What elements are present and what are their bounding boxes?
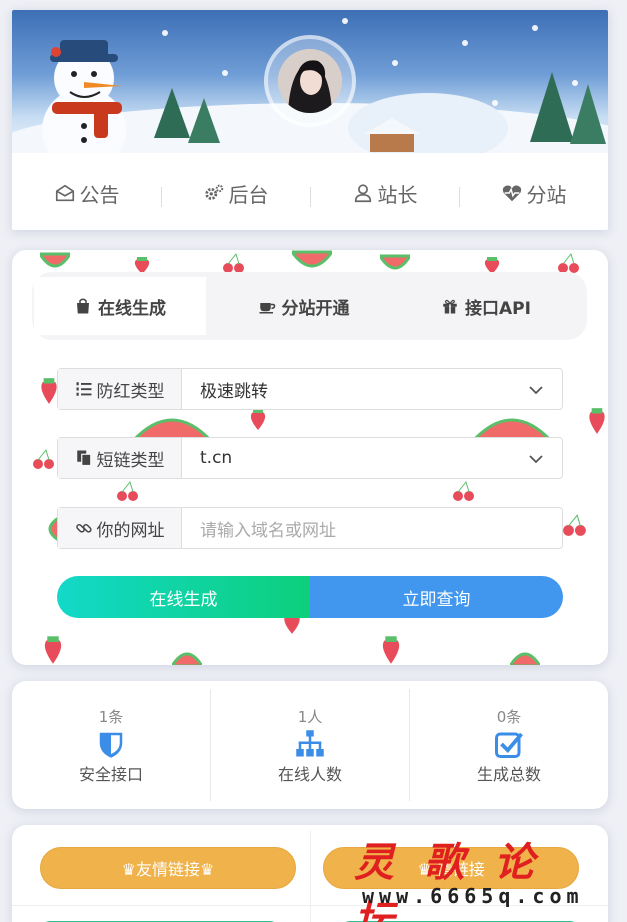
stat-safe-api: 1条 安全接口 [12,689,210,801]
tab-label: 分站开通 [281,298,350,319]
check-square-icon [495,732,523,758]
tab-bar: 在线生成 分站开通 接口API [32,272,587,340]
antired-type-label: 防红类型 [58,369,182,409]
friend-links-button-2[interactable]: ♛ 情链接 [323,847,579,889]
stat-label: 安全接口 [78,764,143,784]
pine-trees [154,88,220,143]
stat-value: 1人 [297,707,323,726]
stat-value: 1条 [98,707,124,726]
cherry-decoration [563,514,586,536]
watermelon-decoration [510,652,540,665]
avatar[interactable] [278,49,342,113]
url-label-text: 你的网址 [96,520,165,541]
cherry-decoration [117,480,138,501]
nav-item-label: 分站 [526,182,567,207]
shortlink-type-label: 短链类型 [58,438,182,478]
tab-api[interactable]: 接口API [401,277,571,335]
friend-links-button[interactable]: ♛友情链接♛ [40,847,296,889]
url-input[interactable]: 请输入域名或网址 [182,508,562,548]
url-row: 你的网址 请输入域名或网址 [57,507,563,549]
nav-item-webmaster[interactable]: 站长 [310,179,459,208]
tab-label: 接口API [465,298,531,319]
shopping-bag-icon [77,298,89,314]
nav-item-admin[interactable]: 后台 [161,179,310,208]
shortlink-type-value: t.cn [200,448,233,468]
strawberry-decoration [250,409,266,430]
coffee-icon [259,303,275,314]
strawberry-decoration [589,408,605,434]
cherry-decoration [223,252,244,273]
nav-item-label: 站长 [377,182,418,207]
generator-card: 在线生成 分站开通 接口API 防红类型 极速跳转 短链类型 t.cn 你的网址… [12,250,608,665]
cherry-decoration [33,448,54,469]
heartbeat-icon [502,185,521,202]
tab-substation-open[interactable]: 分站开通 [206,277,401,335]
cherry-decoration [558,252,579,273]
nav-item-label: 公告 [79,182,120,207]
stat-online-users: 1人 在线人数 [210,689,409,801]
generate-button[interactable]: 在线生成 [57,576,310,618]
antired-type-select[interactable]: 极速跳转 [182,369,562,409]
gift-icon [443,299,457,314]
antired-type-row: 防红类型 极速跳转 [57,368,563,410]
antired-type-label-text: 防红类型 [96,381,165,402]
stat-label: 在线人数 [277,764,342,784]
winter-banner [12,10,608,153]
header-card: 公告 后台 站长 分站 [12,10,608,230]
url-label: 你的网址 [58,508,182,548]
shortlink-type-row: 短链类型 t.cn [57,437,563,479]
nav-item-label: 后台 [228,182,269,207]
action-buttons: 在线生成 立即查询 [57,576,563,618]
chevron-down-icon [529,455,543,464]
nav-item-substation[interactable]: 分站 [459,179,608,208]
antired-type-value: 极速跳转 [200,381,268,402]
gears-icon [204,184,223,200]
watermelon-decoration [380,254,410,270]
stat-generated-total: 0条 生成总数 [409,689,608,801]
tab-online-generate[interactable]: 在线生成 [34,277,206,335]
snow-house [364,118,420,152]
chevron-down-icon [529,386,543,395]
pine-trees-right [530,72,606,144]
top-nav: 公告 后台 站长 分站 [12,168,608,218]
snowman-illustration [42,40,126,153]
stat-label: 生成总数 [476,764,541,784]
watermelon-decoration [172,652,202,665]
copy-icon [76,450,91,467]
link-icon [75,523,92,533]
nav-item-announcement[interactable]: 公告 [12,179,161,208]
links-card: ♛友情链接♛ ♛ 情链接 [12,825,608,922]
watermelon-decoration [40,252,70,268]
stat-value: 0条 [496,707,522,726]
shield-icon [99,732,123,758]
strawberry-decoration [44,636,62,664]
strawberry-decoration [382,636,400,664]
shortlink-type-select[interactable]: t.cn [182,438,562,478]
query-button[interactable]: 立即查询 [310,576,563,618]
shortlink-type-label-text: 短链类型 [96,450,165,471]
cherry-decoration [453,480,474,501]
watermelon-decoration [292,250,332,268]
avatar-ring [264,35,356,127]
tab-label: 在线生成 [98,298,166,319]
stats-card: 1条 安全接口 1人 在线人数 0条 生成总数 [12,681,608,809]
sitemap-icon [296,729,324,756]
user-icon [354,184,371,203]
list-ol-icon [76,382,91,396]
envelope-open-icon [55,184,74,202]
